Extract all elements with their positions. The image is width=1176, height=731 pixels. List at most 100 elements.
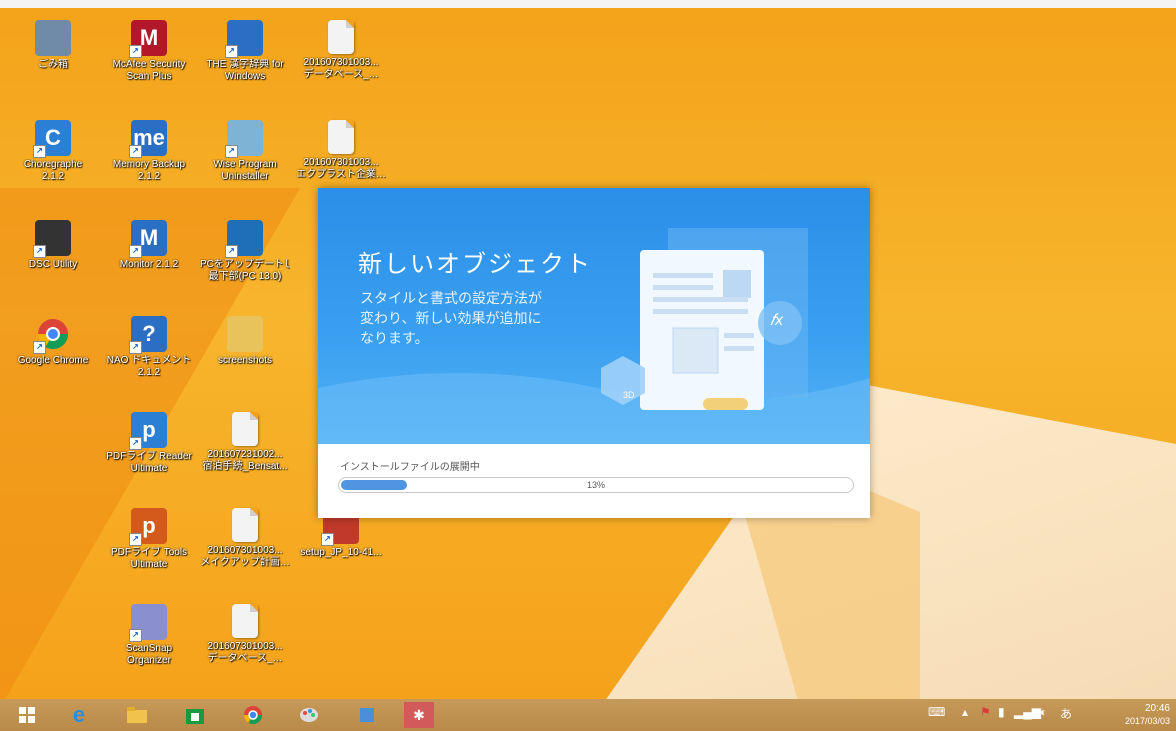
taskbar-clock[interactable]: 20:46 2017/03/03: [1125, 703, 1170, 727]
desktop-icon[interactable]: p ↗ PDFライブ Reader Ultimate: [104, 412, 194, 475]
shortcut-arrow-icon: ↗: [225, 245, 238, 258]
desktop-icon[interactable]: p ↗ PDFライブ Tools Ultimate: [104, 508, 194, 571]
app-red-icon[interactable]: ✱: [404, 702, 434, 728]
desktop-icon-label: Monitor 2.1.2: [119, 259, 179, 270]
chrome-icon: ↗: [33, 316, 71, 354]
installer-banner: 新しいオブジェクト スタイルと書式の設定方法が 変わり、新しい効果が追加に なり…: [318, 188, 870, 444]
desktop-icon-label: THE 漢字辞典 for Windows: [206, 59, 284, 82]
desktop-icon-label: ごみ箱: [38, 59, 68, 70]
shortcut-arrow-icon: ↗: [129, 341, 142, 354]
shortcut-arrow-icon: ↗: [129, 245, 142, 258]
installer-description: スタイルと書式の設定方法が 変わり、新しい効果が追加に なります。: [360, 290, 542, 346]
desktop-icon-label: Google Chrome: [17, 355, 89, 366]
install-progress-bar: 13%: [338, 477, 854, 493]
tray-chevron-icon[interactable]: ▴: [962, 705, 968, 719]
clock-time: 20:46: [1144, 703, 1170, 714]
camera-icon: ↗: [33, 220, 71, 258]
clock-date: 2017/03/03: [1124, 716, 1170, 726]
top-strip: [0, 0, 1176, 8]
file-explorer-icon[interactable]: [122, 702, 152, 728]
battery-icon[interactable]: ▮: [998, 705, 1005, 719]
desktop-icon-label: DSC Utility: [28, 259, 78, 270]
desktop-icon[interactable]: M ↗ McAfee Security Scan Plus: [104, 20, 194, 83]
document-icon: [232, 412, 258, 446]
installer-title: 新しいオブジェクト: [358, 251, 592, 278]
desktop-icon[interactable]: ↗ ScanSnap Organizer: [104, 604, 194, 667]
desktop-icon-label: PDFライブ Reader Ultimate: [106, 451, 192, 474]
shortcut-arrow-icon: ↗: [129, 437, 142, 450]
desktop-icon-label: PCをアップデートし 最下部(PC 13.0): [200, 259, 290, 282]
desktop-icon-label: Memory Backup 2.1.2: [112, 159, 186, 182]
help-icon: ? ↗: [129, 316, 167, 354]
flag-icon[interactable]: ⚑: [980, 705, 991, 719]
windows-start-icon[interactable]: [12, 702, 42, 728]
keyboard-icon[interactable]: ⌨: [928, 705, 945, 719]
chrome-icon[interactable]: [238, 702, 268, 728]
desktop-icon[interactable]: 201607231002... 宿泊手続_Bensat...: [200, 412, 290, 473]
document-icon: [232, 508, 258, 542]
mcafee-icon: M ↗: [129, 20, 167, 58]
3d-cube-icon: 3D: [623, 390, 635, 400]
desktop-icon-label: setup_JP_10-41...: [300, 547, 382, 558]
folder-icon: [227, 316, 263, 352]
desktop-icon-label: ScanSnap Organizer: [125, 643, 173, 666]
network-icon[interactable]: ▂▄▆: [1014, 705, 1041, 719]
wise-uninstaller-icon: ↗: [225, 120, 263, 158]
desktop-icon-label: PDFライブ Tools Ultimate: [110, 547, 188, 570]
desktop-icon[interactable]: C ↗ Choregraphe 2.1.2: [8, 120, 98, 183]
desktop-icon[interactable]: ↗ THE 漢字辞典 for Windows: [200, 20, 290, 83]
desktop-icon[interactable]: ↗ PCをアップデートし 最下部(PC 13.0): [200, 220, 290, 283]
desktop-icon-label: 201607301003... データベース_…: [303, 57, 379, 80]
paint-icon[interactable]: [294, 702, 324, 728]
desktop-icon[interactable]: me ↗ Memory Backup 2.1.2: [104, 120, 194, 183]
desktop-icon[interactable]: 201607301003... メイクアップ計画…: [200, 508, 290, 569]
pc-update-icon: ↗: [225, 220, 263, 258]
pdf-reader-icon: p ↗: [129, 412, 167, 450]
install-progress-text: 13%: [586, 480, 605, 490]
desktop-icon[interactable]: 201607301003... エクプラスト企業…: [296, 120, 386, 181]
document-icon: [328, 20, 354, 54]
install-status-label: インストールファイルの展開中: [340, 462, 480, 473]
desktop-icon[interactable]: screenshots: [200, 316, 290, 367]
shortcut-arrow-icon: ↗: [33, 341, 46, 354]
recycle-bin-icon: [35, 20, 71, 56]
desktop-icon[interactable]: M ↗ Monitor 2.1.2: [104, 220, 194, 271]
desktop-icon[interactable]: ごみ箱: [8, 20, 98, 71]
document-icon: [328, 120, 354, 154]
taskbar: e ✱ ⌨ ▴ ⚑ ▮ ▂▄▆ ◐ あ 20:46 2017/03/03: [0, 699, 1176, 731]
desktop-icon-label: 201607301003... データベース_…: [207, 641, 283, 664]
desktop-icon-label: NAO ドキュメント 2.1.2: [106, 355, 192, 378]
shortcut-arrow-icon: ↗: [225, 45, 238, 58]
shortcut-arrow-icon: ↗: [225, 145, 238, 158]
desktop-icon[interactable]: ? ↗ NAO ドキュメント 2.1.2: [104, 316, 194, 379]
store-icon[interactable]: [180, 702, 210, 728]
pdf-tools-icon: p ↗: [129, 508, 167, 546]
shortcut-arrow-icon: ↗: [33, 245, 46, 258]
shortcut-arrow-icon: ↗: [33, 145, 46, 158]
choregraphe-icon: C ↗: [33, 120, 71, 158]
desktop-icon-label: Choregraphe 2.1.2: [23, 159, 83, 182]
shortcut-arrow-icon: ↗: [129, 629, 142, 642]
desktop-icon-label: McAfee Security Scan Plus: [112, 59, 186, 82]
desktop-icon[interactable]: ↗ Wise Program Uninstaller: [200, 120, 290, 183]
desktop-icon-label: 201607301003... エクプラスト企業…: [296, 157, 386, 180]
fx-icon: 𝑓x: [770, 312, 783, 329]
shortcut-arrow-icon: ↗: [129, 145, 142, 158]
shortcut-arrow-icon: ↗: [129, 45, 142, 58]
internet-explorer-icon[interactable]: e: [64, 702, 94, 728]
desktop-icon-label: screenshots: [218, 355, 272, 366]
volume-icon[interactable]: ◐: [1040, 705, 1047, 719]
document-icon: [232, 604, 258, 638]
scansnap-icon: ↗: [129, 604, 167, 642]
desktop-icon[interactable]: ↗ Google Chrome: [8, 316, 98, 367]
shortcut-arrow-icon: ↗: [321, 533, 334, 546]
desktop-icon[interactable]: ↗ DSC Utility: [8, 220, 98, 271]
desktop-icon-label: 201607231002... 宿泊手続_Bensat...: [202, 449, 288, 472]
app-icon[interactable]: [352, 702, 382, 728]
installer-window[interactable]: 新しいオブジェクト スタイルと書式の設定方法が 変わり、新しい効果が追加に なり…: [318, 188, 870, 518]
desktop-icon[interactable]: 201607301003... データベース_…: [200, 604, 290, 665]
monitor-m-icon: M ↗: [129, 220, 167, 258]
dictionary-icon: ↗: [225, 20, 263, 58]
ime-icon[interactable]: あ: [1060, 705, 1072, 722]
desktop-icon[interactable]: 201607301003... データベース_…: [296, 20, 386, 81]
